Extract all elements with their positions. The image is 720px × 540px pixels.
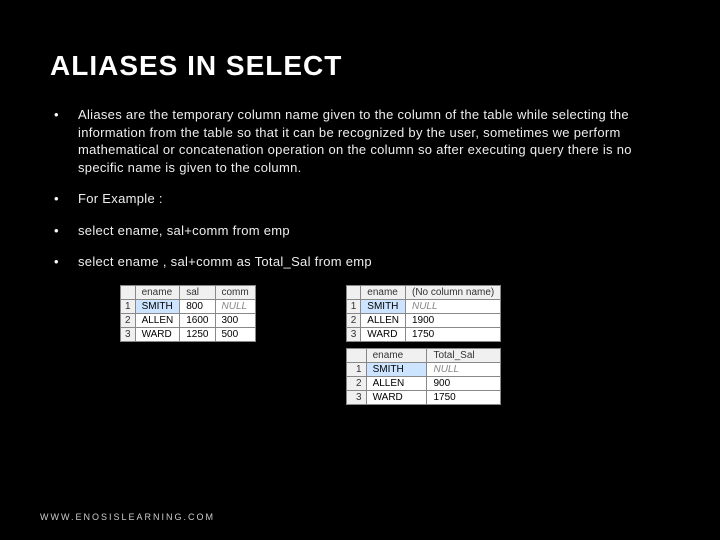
table-cell: SMITH [135, 299, 180, 313]
table-row: 1 SMITH 800 NULL [121, 299, 256, 313]
table-row: 1 SMITH NULL [346, 362, 501, 376]
row-number: 1 [121, 299, 136, 313]
bullet-item: Aliases are the temporary column name gi… [50, 106, 670, 176]
table-row: 3 WARD 1750 [346, 390, 501, 404]
row-number: 2 [346, 376, 366, 390]
table-header-cell: comm [215, 285, 255, 299]
table-cell: 1750 [427, 390, 501, 404]
row-number: 3 [346, 390, 366, 404]
table-cell: ALLEN [135, 313, 180, 327]
table-cell: 1250 [180, 327, 215, 341]
tables-col-left: ename sal comm 1 SMITH 800 NULL 2 ALLEN … [120, 285, 256, 405]
table-cell: WARD [366, 390, 427, 404]
table-cell: ALLEN [361, 313, 406, 327]
table-header-cell: sal [180, 285, 215, 299]
row-number: 3 [121, 327, 136, 341]
table-cell: 800 [180, 299, 215, 313]
table-cell: 900 [427, 376, 501, 390]
table-header-cell: ename [366, 348, 427, 362]
slide: ALIASES IN SELECT Aliases are the tempor… [0, 0, 720, 540]
table-header-row: ename (No column name) [346, 285, 501, 299]
table-cell: 1900 [405, 313, 500, 327]
table-cell-null: NULL [215, 299, 255, 313]
table-header-cell [121, 285, 136, 299]
table-header-cell: ename [361, 285, 406, 299]
slide-title: ALIASES IN SELECT [50, 50, 670, 82]
row-number: 1 [346, 299, 361, 313]
bullet-item: select ename , sal+comm as Total_Sal fro… [50, 253, 670, 271]
row-number: 1 [346, 362, 366, 376]
row-number: 3 [346, 327, 361, 341]
table-cell-null: NULL [405, 299, 500, 313]
tables-col-right: ename (No column name) 1 SMITH NULL 2 AL… [346, 285, 502, 405]
table-cell: 300 [215, 313, 255, 327]
result-table-b: ename (No column name) 1 SMITH NULL 2 AL… [346, 285, 502, 342]
tables-row: ename sal comm 1 SMITH 800 NULL 2 ALLEN … [120, 285, 670, 405]
table-header-cell [346, 348, 366, 362]
row-number: 2 [121, 313, 136, 327]
bullet-item: For Example : [50, 190, 670, 208]
table-header-cell: Total_Sal [427, 348, 501, 362]
table-header-cell: (No column name) [405, 285, 500, 299]
table-row: 2 ALLEN 1900 [346, 313, 501, 327]
bullet-item: select ename, sal+comm from emp [50, 222, 670, 240]
table-header-cell: ename [135, 285, 180, 299]
table-header-row: ename Total_Sal [346, 348, 501, 362]
table-cell: WARD [135, 327, 180, 341]
table-cell: SMITH [361, 299, 406, 313]
table-cell: SMITH [366, 362, 427, 376]
bullet-list: Aliases are the temporary column name gi… [50, 106, 670, 271]
table-row: 3 WARD 1750 [346, 327, 501, 341]
table-cell: 1750 [405, 327, 500, 341]
footer-url: WWW.ENOSISLEARNING.COM [40, 512, 215, 522]
table-row: 3 WARD 1250 500 [121, 327, 256, 341]
table-cell: ALLEN [366, 376, 427, 390]
result-table-a: ename sal comm 1 SMITH 800 NULL 2 ALLEN … [120, 285, 256, 342]
table-cell: 1600 [180, 313, 215, 327]
table-cell: 500 [215, 327, 255, 341]
table-cell: WARD [361, 327, 406, 341]
table-header-row: ename sal comm [121, 285, 256, 299]
table-row: 2 ALLEN 1600 300 [121, 313, 256, 327]
table-header-cell [346, 285, 361, 299]
table-cell-null: NULL [427, 362, 501, 376]
row-number: 2 [346, 313, 361, 327]
result-table-c: ename Total_Sal 1 SMITH NULL 2 ALLEN 900… [346, 348, 502, 405]
table-row: 2 ALLEN 900 [346, 376, 501, 390]
table-row: 1 SMITH NULL [346, 299, 501, 313]
